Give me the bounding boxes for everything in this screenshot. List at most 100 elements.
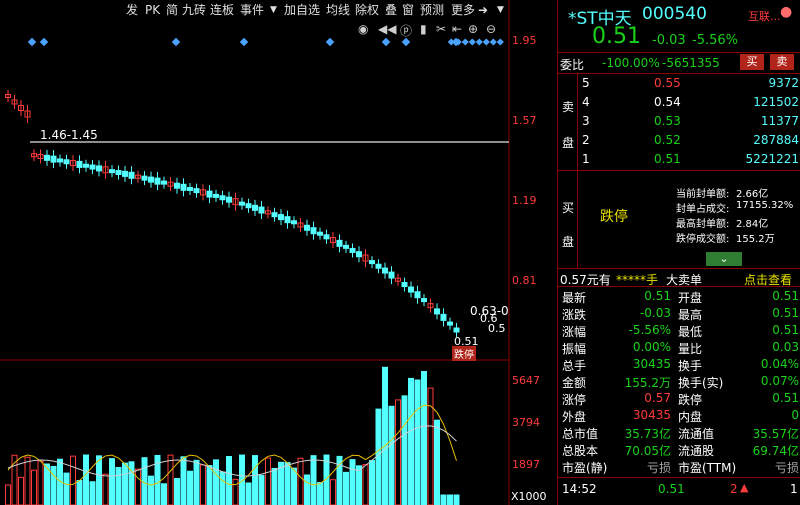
event-marker-icon [468, 38, 476, 46]
volume-bar [395, 399, 401, 505]
volume-bar [50, 465, 57, 505]
stat-value: 0.51 [644, 289, 671, 303]
volume-bar [271, 467, 278, 505]
book-price: 0.53 [654, 114, 681, 128]
volume-bar [362, 464, 369, 505]
candle-body [76, 160, 83, 168]
candle-body [375, 263, 382, 269]
volume-tick: 5647 [512, 374, 540, 387]
candle-body [317, 231, 323, 236]
stat-value: 0.51 [772, 391, 799, 405]
volume-bar [414, 379, 421, 505]
tick-time: 14:52 [562, 482, 597, 496]
volume-bar [167, 454, 174, 505]
seal-stat-label: 跌停成交额: [676, 234, 730, 245]
volume-bar [180, 456, 187, 505]
event-marker-icon [239, 37, 249, 47]
volume-bar [109, 458, 115, 505]
volume-bar [245, 482, 252, 505]
weibi-label: 委比 [560, 58, 585, 72]
volume-bar [161, 483, 167, 505]
book-level: 5 [582, 76, 590, 90]
event-marker-icon [27, 37, 37, 47]
candle-body [414, 291, 421, 299]
stat-value: 0.00% [632, 340, 671, 354]
event-marker-icon [461, 38, 469, 46]
volume-bar [89, 481, 96, 505]
price-tick: 1.57 [512, 114, 537, 127]
candlestick-chart[interactable] [0, 0, 510, 505]
volume-bar [447, 494, 453, 505]
candle-body [440, 313, 447, 321]
candle-body [252, 204, 258, 211]
last-price: 0.51 [592, 24, 641, 49]
volume-bar [219, 471, 226, 505]
volume-bar [388, 405, 395, 505]
volume-bar [96, 455, 102, 505]
candle-body [83, 163, 89, 168]
book-level: 2 [582, 133, 590, 147]
candle-body [408, 286, 414, 293]
stat-value: 0.04% [760, 357, 799, 371]
price-tick: 1.95 [512, 34, 537, 47]
candle-body [278, 214, 284, 221]
volume-bar [213, 459, 219, 505]
candle-body [382, 267, 388, 274]
volume-bar [291, 467, 297, 505]
stat-label: 市盈(静) [562, 461, 608, 475]
stat-value: 亏损 [774, 461, 799, 475]
candle-body [291, 220, 297, 225]
volume-bar [453, 494, 460, 505]
sell-book-row[interactable]: 1 0.51 5221221 [558, 150, 800, 169]
candle-body [310, 227, 317, 235]
alert-icon[interactable]: ● [780, 4, 792, 20]
event-marker-icon [496, 38, 504, 46]
stat-value: 0.51 [772, 323, 799, 337]
volume-bar [304, 474, 310, 505]
volume-bar [24, 456, 31, 505]
sell-book-row[interactable]: 4 0.54 121502 [558, 93, 800, 112]
stat-value: -5.56% [628, 323, 671, 337]
sell-book-row[interactable]: 3 0.53 11377 [558, 112, 800, 131]
sell-book-row[interactable]: 2 0.52 287884 [558, 131, 800, 150]
tick-price: 0.51 [658, 482, 685, 496]
candle-body [271, 212, 278, 218]
volume-bar [193, 459, 200, 505]
event-marker-icon [381, 37, 391, 47]
seal-stat-value: 17155.32% [736, 200, 794, 211]
book-level: 3 [582, 114, 590, 128]
book-volume: 287884 [753, 133, 799, 147]
candle-body [141, 175, 148, 181]
volume-bar [70, 455, 76, 505]
candle-body [50, 155, 57, 163]
price-tick: 1.19 [512, 194, 537, 207]
event-marker-icon [39, 37, 49, 47]
sell-book-row[interactable]: 5 0.55 9372 [558, 74, 800, 93]
hulian-link[interactable]: 互联... [748, 8, 781, 24]
stat-value: 0 [791, 408, 799, 422]
candle-body [109, 169, 115, 174]
up-arrow-icon: ▲ [740, 481, 749, 494]
candle-body [161, 180, 167, 185]
quote-panel: *ST中天 000540 互联... ● 0.51 -0.03 -5.56% 委… [557, 0, 800, 505]
volume-bar [317, 482, 323, 505]
collapse-chevron-icon[interactable]: ⌄ [706, 252, 742, 266]
buy-button[interactable]: 买 [740, 54, 764, 70]
volume-bar [115, 466, 122, 505]
stat-value: 0.51 [772, 306, 799, 320]
volume-bar [421, 371, 427, 505]
volume-bar [206, 465, 213, 505]
book-volume: 9372 [768, 76, 799, 90]
volume-bar [349, 459, 356, 505]
sell-button[interactable]: 卖 [770, 54, 794, 70]
volume-bar [408, 377, 414, 505]
volume-bar [440, 494, 447, 505]
candle-body [239, 201, 245, 206]
stat-value: 亏损 [646, 461, 671, 475]
volume-bar [122, 462, 128, 505]
volume-bar [200, 464, 206, 505]
limit-down-tag: 跌停 [452, 346, 476, 361]
candle-body [245, 203, 252, 209]
event-marker-icon [401, 37, 411, 47]
candle-body [96, 165, 102, 172]
